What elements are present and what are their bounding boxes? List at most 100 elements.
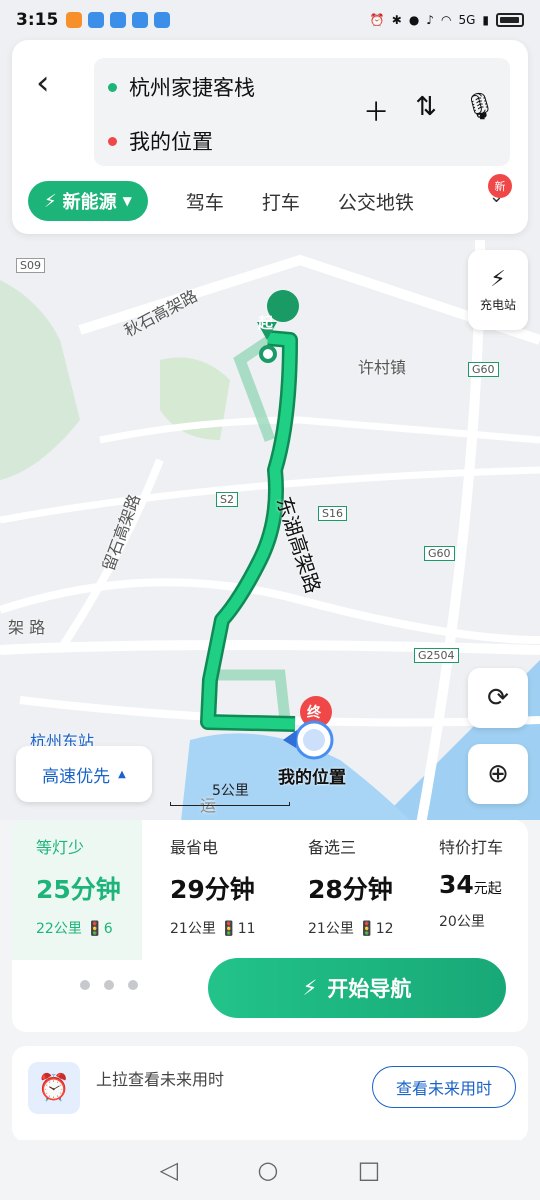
traffic-light-icon: 🚦 [220, 921, 238, 937]
start-navigation-label: 开始导航 [327, 977, 412, 1001]
location-icon: ● [408, 13, 420, 27]
swap-icon[interactable]: ⇅ [415, 92, 437, 129]
route-preference-label: 高速优先 [42, 766, 111, 787]
route-option-1[interactable]: 等灯少 25分钟 22公里 🚦6 [12, 820, 142, 960]
back-icon[interactable]: ‹ [36, 66, 50, 100]
caret-up-icon: ▲ [118, 768, 126, 780]
locate-button[interactable]: ⊕ [468, 744, 528, 804]
taxi-price-value: 34 [439, 870, 474, 899]
taxi-distance: 20公里 [439, 914, 485, 930]
route-2-meta: 21公里 🚦11 [170, 918, 276, 938]
notification-app-icon [88, 12, 105, 28]
route-3-label: 备选三 [308, 838, 357, 857]
charging-station-button[interactable]: ⚡ 充电站 [468, 250, 528, 330]
ev-nav-icon: ⚡ [302, 976, 318, 1000]
route-2-lights: 11 [237, 921, 256, 937]
notification-app-icon [110, 12, 127, 28]
scale-label: 5公里 [212, 783, 249, 799]
ev-car-icon: ⚡ [44, 190, 57, 212]
page-dots [80, 980, 138, 990]
new-badge: 新 [488, 174, 512, 198]
destination-text: 我的位置 [129, 130, 213, 154]
place-label-xucun: 许村镇 [358, 358, 407, 377]
taxi-label: 特价打车 [439, 838, 504, 857]
caret-down-icon: ▼ [122, 194, 132, 208]
route-1-label: 等灯少 [36, 838, 85, 857]
status-bar: 3:15 ⏰ ✱ ● ♪ ◠ 5G ▮ [0, 0, 540, 40]
tab-taxi[interactable]: 打车 [262, 188, 300, 215]
route-1-lights: 6 [103, 921, 113, 937]
route-3-distance: 21公里 [308, 921, 354, 937]
alarm-clock-icon: ⏰ [28, 1062, 80, 1114]
notification-app-icon [132, 12, 149, 28]
traffic-light-icon: 🚦 [358, 921, 376, 937]
end-marker-label: 终 [307, 705, 321, 721]
route-search-card: ‹ 杭州家捷客栈 我的位置 ＋ ⇅ 🎙 ⚡ 新能源 ▼ 驾车 打车 公交地铁 ⌄… [12, 40, 528, 234]
taxi-price-unit: 元起 [473, 881, 502, 897]
taxi-price: 34元起 [439, 870, 528, 899]
route-3-lights: 12 [375, 921, 394, 937]
future-hint: 上拉查看未来用时 [96, 1070, 225, 1089]
status-time: 3:15 [16, 10, 59, 30]
route-3-time: 28分钟 [308, 875, 393, 904]
highway-shield-s09: S09 [16, 258, 45, 273]
taxi-option[interactable]: 特价打车 34元起 20公里 [417, 820, 528, 960]
add-waypoint-icon[interactable]: ＋ [363, 92, 389, 129]
crosshair-icon: ⊕ [487, 759, 509, 789]
recents-nav-icon[interactable]: □ [358, 1156, 381, 1184]
future-time-card: ⏰ 上拉查看未来用时 查看未来用时 [12, 1046, 528, 1142]
highway-shield-g60-b: G60 [424, 546, 455, 561]
route-1-meta: 22公里 🚦6 [36, 918, 142, 938]
mic-status-icon: ♪ [426, 13, 434, 27]
wifi-icon: ◠ [440, 13, 452, 27]
route-2-time: 29分钟 [170, 875, 255, 904]
scale-bar [170, 802, 290, 806]
route-preference-button[interactable]: 高速优先 ▲ [16, 746, 152, 802]
route-2-distance: 21公里 [170, 921, 216, 937]
battery-icon [496, 13, 524, 27]
route-1-time: 25分钟 [36, 875, 121, 904]
charging-icon: ⚡ [490, 267, 506, 292]
network-label: 5G [458, 13, 476, 27]
home-nav-icon[interactable]: ○ [257, 1156, 278, 1184]
destination-field[interactable]: 我的位置 [108, 126, 213, 156]
origin-text: 杭州家捷客栈 [129, 76, 255, 100]
travel-mode-tabs: ⚡ 新能源 ▼ 驾车 打车 公交地铁 ⌄ 新 [28, 174, 518, 222]
my-location-label: 我的位置 [278, 768, 346, 788]
tab-transit[interactable]: 公交地铁 [338, 188, 416, 215]
back-nav-icon[interactable]: ◁ [160, 1156, 178, 1184]
bluetooth-icon: ✱ [391, 13, 402, 27]
route-option-2[interactable]: 最省电 29分钟 21公里 🚦11 [146, 820, 276, 960]
route-options: 等灯少 25分钟 22公里 🚦6 最省电 29分钟 21公里 🚦11 备选三 2… [12, 820, 528, 1032]
start-navigation-button[interactable]: ⚡ 开始导航 [208, 958, 506, 1018]
signal-icon: ▮ [482, 13, 489, 27]
highway-shield-s2: S2 [216, 492, 238, 507]
highway-shield-g60-a: G60 [468, 362, 499, 377]
route-inputs: 杭州家捷客栈 我的位置 ＋ ⇅ 🎙 [94, 58, 510, 166]
road-label-jia: 架 路 [8, 618, 46, 637]
notification-app-icon [66, 12, 83, 28]
route-2-label: 最省电 [170, 838, 219, 857]
origin-dot-icon [108, 82, 117, 92]
map-scale: 5公里 [170, 780, 290, 806]
tab-ev[interactable]: ⚡ 新能源 ▼ [28, 181, 148, 221]
destination-dot-icon [108, 136, 117, 146]
refresh-icon: ⟳ [487, 683, 509, 713]
voice-input-icon[interactable]: 🎙 [463, 92, 496, 129]
highway-shield-s16: S16 [318, 506, 347, 521]
system-nav-bar: ◁ ○ □ [0, 1140, 540, 1200]
origin-field[interactable]: 杭州家捷客栈 [108, 72, 255, 102]
charging-label: 充电站 [479, 298, 516, 312]
highway-shield-g2504: G2504 [414, 648, 459, 663]
alarm-icon: ⏰ [369, 13, 385, 27]
refresh-route-button[interactable]: ⟳ [468, 668, 528, 728]
traffic-light-icon: 🚦 [86, 921, 104, 937]
route-1-distance: 22公里 [36, 921, 82, 937]
start-marker-label: 起 [258, 314, 274, 332]
route-option-3[interactable]: 备选三 28分钟 21公里 🚦12 [284, 820, 414, 960]
tab-drive[interactable]: 驾车 [186, 188, 224, 215]
notification-app-icon [154, 12, 171, 28]
tab-ev-label: 新能源 [62, 192, 117, 213]
route-3-meta: 21公里 🚦12 [308, 918, 414, 938]
view-future-time-button[interactable]: 查看未来用时 [372, 1066, 516, 1108]
